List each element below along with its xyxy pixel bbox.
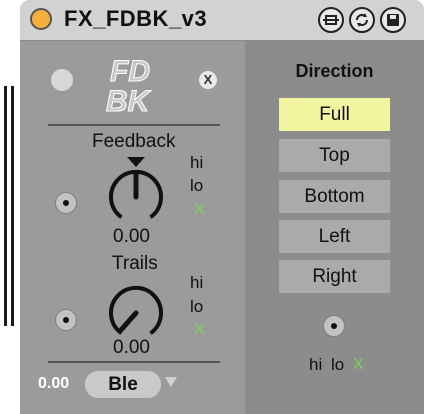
trails-value: 0.00 [113, 337, 150, 358]
refresh-button[interactable] [349, 7, 375, 33]
trails-knob[interactable] [104, 273, 168, 343]
direction-full-button[interactable]: Full [279, 98, 390, 131]
feedback-value: 0.00 [113, 226, 150, 247]
device-title: FX_FDBK_v3 [64, 6, 208, 31]
direction-panel: Direction Full Top Bottom Left Right hi … [245, 41, 424, 414]
direction-left-button[interactable]: Left [279, 220, 390, 253]
trails-hi-label: hi [190, 273, 204, 292]
bottom-value: 0.00 [38, 375, 70, 392]
ble-selector[interactable]: Ble [85, 371, 161, 398]
power-button[interactable] [30, 8, 52, 30]
direction-mod-dot[interactable] [323, 315, 345, 337]
refresh-icon [356, 13, 368, 27]
direction-title: Direction [295, 61, 374, 81]
direction-hi-label: hi [309, 355, 323, 374]
svg-text:FD: FD [110, 55, 150, 88]
feedback-hi-label: hi [190, 153, 204, 172]
svg-text:BK: BK [106, 85, 152, 115]
hot-swap-button[interactable] [318, 7, 344, 33]
separator-bottom [48, 361, 220, 363]
feedback-label: Feedback [92, 131, 176, 152]
save-button[interactable] [380, 7, 406, 33]
direction-x-toggle[interactable]: X [353, 356, 364, 374]
direction-lo-label: lo [331, 355, 345, 374]
direction-top-button[interactable]: Top [279, 139, 390, 172]
fdbk-logo: FD BK [106, 55, 153, 116]
trails-mod-dot[interactable] [55, 309, 77, 331]
status-indicator [51, 69, 73, 91]
left-section: FD BK X Feedback hi lo X 0.00 Trails hi … [20, 41, 245, 414]
trails-x-toggle[interactable]: X [194, 321, 205, 339]
direction-right-button[interactable]: Right [279, 260, 390, 293]
feedback-x-toggle[interactable]: X [194, 201, 205, 219]
hot-swap-icon [323, 15, 339, 25]
logo-close-button[interactable]: X [199, 71, 217, 89]
side-rail-right [11, 86, 14, 326]
side-rail-left [4, 86, 7, 326]
device-panel: FX_FDBK_v3 FD BK X Feedback hi lo X 0.00… [20, 0, 424, 414]
save-icon [387, 14, 399, 26]
chevron-down-icon[interactable] [164, 375, 178, 389]
title-bar: FX_FDBK_v3 [20, 0, 424, 41]
feedback-mod-dot[interactable] [55, 192, 77, 214]
trails-lo-label: lo [190, 297, 204, 316]
direction-bottom-button[interactable]: Bottom [279, 180, 390, 213]
trails-label: Trails [112, 253, 158, 274]
feedback-lo-label: lo [190, 176, 204, 195]
separator-top [48, 124, 220, 126]
feedback-knob[interactable] [104, 153, 168, 227]
